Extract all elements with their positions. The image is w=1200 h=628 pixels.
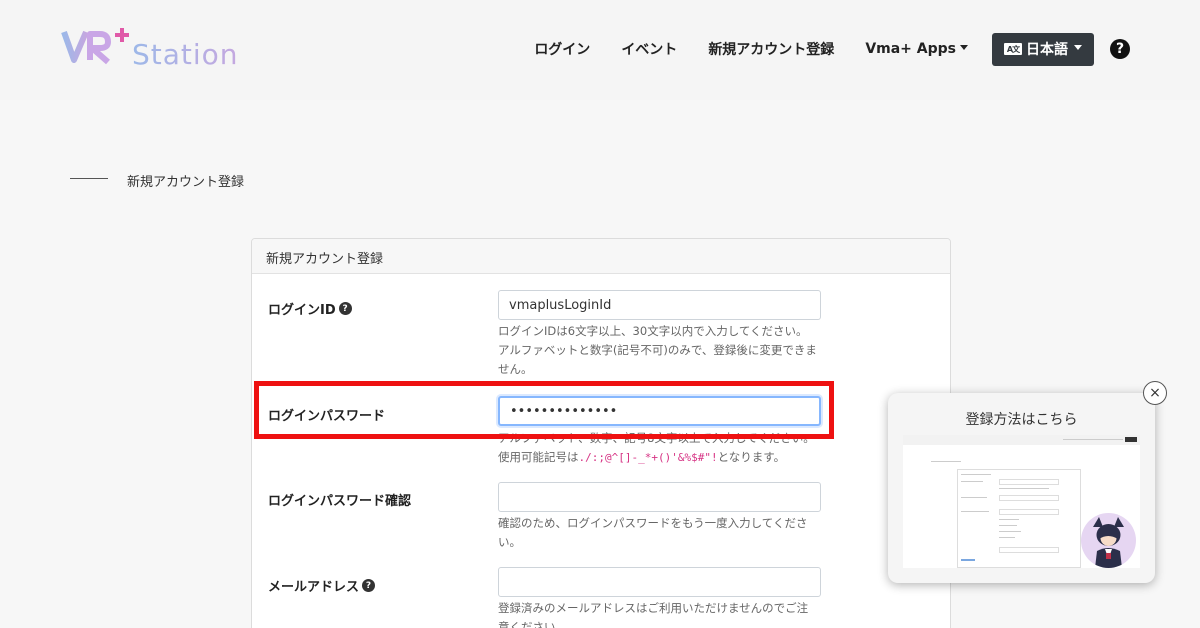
thumb-input (999, 495, 1059, 501)
thumb-input (999, 479, 1059, 485)
login-id-label: ログインID ? (268, 299, 352, 318)
thumb-lang-button (1125, 437, 1137, 442)
password-confirm-label: ログインパスワード確認 (268, 490, 411, 509)
character-icon (1093, 517, 1124, 568)
login-id-help: ログインIDは6文字以上、30文字以内で入力してください。 アルファベットと数字… (498, 322, 828, 379)
thumb-line (999, 537, 1015, 538)
vr-station-logo[interactable]: Station (60, 24, 260, 72)
password-confirm-help: 確認のため、ログインパスワードをもう一度入力してくださ い。 (498, 514, 828, 552)
thumb-line (961, 481, 983, 482)
thumb-line (999, 525, 1017, 526)
login-id-input[interactable] (498, 290, 821, 320)
password-help-prefix: 使用可能記号は (498, 450, 579, 464)
help-circle-icon[interactable]: ? (1110, 39, 1130, 59)
password-label-text: ログインパスワード (268, 409, 386, 424)
email-help-line2: 意ください。 (498, 620, 567, 628)
email-help-line1: 登録済みのメールアドレスはご利用いただけませんのでご注 (498, 601, 809, 615)
nav-event[interactable]: イベント (621, 39, 677, 59)
thumb-nav (1063, 439, 1123, 440)
translate-icon: A文 (1004, 43, 1022, 55)
password-help: アルファベット、数字、記号8文字以上で入力してください。 使用可能記号は./:;… (498, 429, 828, 467)
nav-login[interactable]: ログイン (534, 39, 590, 59)
nav-apps-dropdown[interactable]: Vma+ Apps (865, 41, 968, 57)
site-header: Station ログイン イベント 新規アカウント登録 Vma+ Apps A文… (0, 0, 1200, 100)
email-help: 登録済みのメールアドレスはご利用いただけませんのでご注 意ください。 (498, 599, 828, 628)
nav-apps-label: Vma+ Apps (865, 41, 956, 57)
password-confirm-help-line2: い。 (498, 535, 521, 549)
login-id-label-text: ログインID (268, 303, 336, 318)
page-title: 新規アカウント登録 (127, 175, 245, 190)
tutorial-video-popup[interactable]: 登録方法はこちら (888, 393, 1155, 583)
allowed-symbols: ./:;@^[]-_*+()'&%$#"! (578, 451, 718, 464)
login-id-help-line1: ログインIDは6文字以上、30文字以内で入力してください。 (498, 324, 808, 338)
language-dropdown-button[interactable]: A文 日本語 (992, 32, 1094, 66)
email-label: メールアドレス ? (268, 576, 376, 595)
thumb-line (999, 531, 1021, 532)
thumb-header (903, 435, 1140, 445)
password-confirm-label-text: ログインパスワード確認 (268, 494, 412, 509)
thumb-line (961, 511, 989, 512)
password-label: ログインパスワード (268, 405, 385, 424)
thumb-line (999, 488, 1049, 489)
thumb-line (961, 474, 991, 475)
close-icon[interactable]: × (1143, 381, 1167, 405)
thumb-input (999, 547, 1059, 553)
email-input[interactable] (498, 567, 821, 597)
thumb-line (999, 519, 1019, 520)
thumb-line (961, 497, 987, 498)
email-label-text: メールアドレス (268, 580, 360, 595)
popup-title: 登録方法はこちら (965, 412, 1078, 428)
svg-text:Station: Station (132, 38, 239, 71)
password-help-suffix: となります。 (717, 450, 786, 464)
password-help-line2: 使用可能記号は./:;@^[]-_*+()'&%$#"!となります。 (498, 448, 828, 467)
card-title: 新規アカウント登録 (252, 239, 950, 274)
language-label: 日本語 (1026, 42, 1068, 58)
vtuber-avatar (1081, 513, 1136, 568)
thumb-breadcrumb (931, 461, 961, 462)
question-circle-icon[interactable]: ? (338, 302, 352, 315)
thumb-link (961, 559, 975, 561)
password-input[interactable] (498, 396, 821, 426)
password-confirm-input[interactable] (498, 482, 821, 512)
nav-register[interactable]: 新規アカウント登録 (708, 39, 834, 59)
question-circle-icon[interactable]: ? (362, 579, 376, 592)
main-nav: ログイン イベント 新規アカウント登録 Vma+ Apps A文 日本語 ? (534, 32, 1130, 66)
breadcrumb-divider (70, 178, 108, 179)
login-id-help-line2: アルファベットと数字(記号不可)のみで、登録後に変更できま (498, 343, 817, 357)
password-help-line1: アルファベット、数字、記号8文字以上で入力してください。 (498, 431, 815, 445)
login-id-help-line3: せん。 (498, 362, 533, 376)
password-confirm-help-line1: 確認のため、ログインパスワードをもう一度入力してくださ (498, 516, 808, 530)
chevron-down-icon (960, 44, 968, 50)
thumb-input (999, 509, 1059, 515)
registration-card: 新規アカウント登録 ログインID ? ログインIDは6文字以上、30文字以内で入… (251, 238, 951, 628)
tutorial-video-thumbnail[interactable] (903, 435, 1140, 568)
chevron-down-icon (1074, 44, 1082, 50)
